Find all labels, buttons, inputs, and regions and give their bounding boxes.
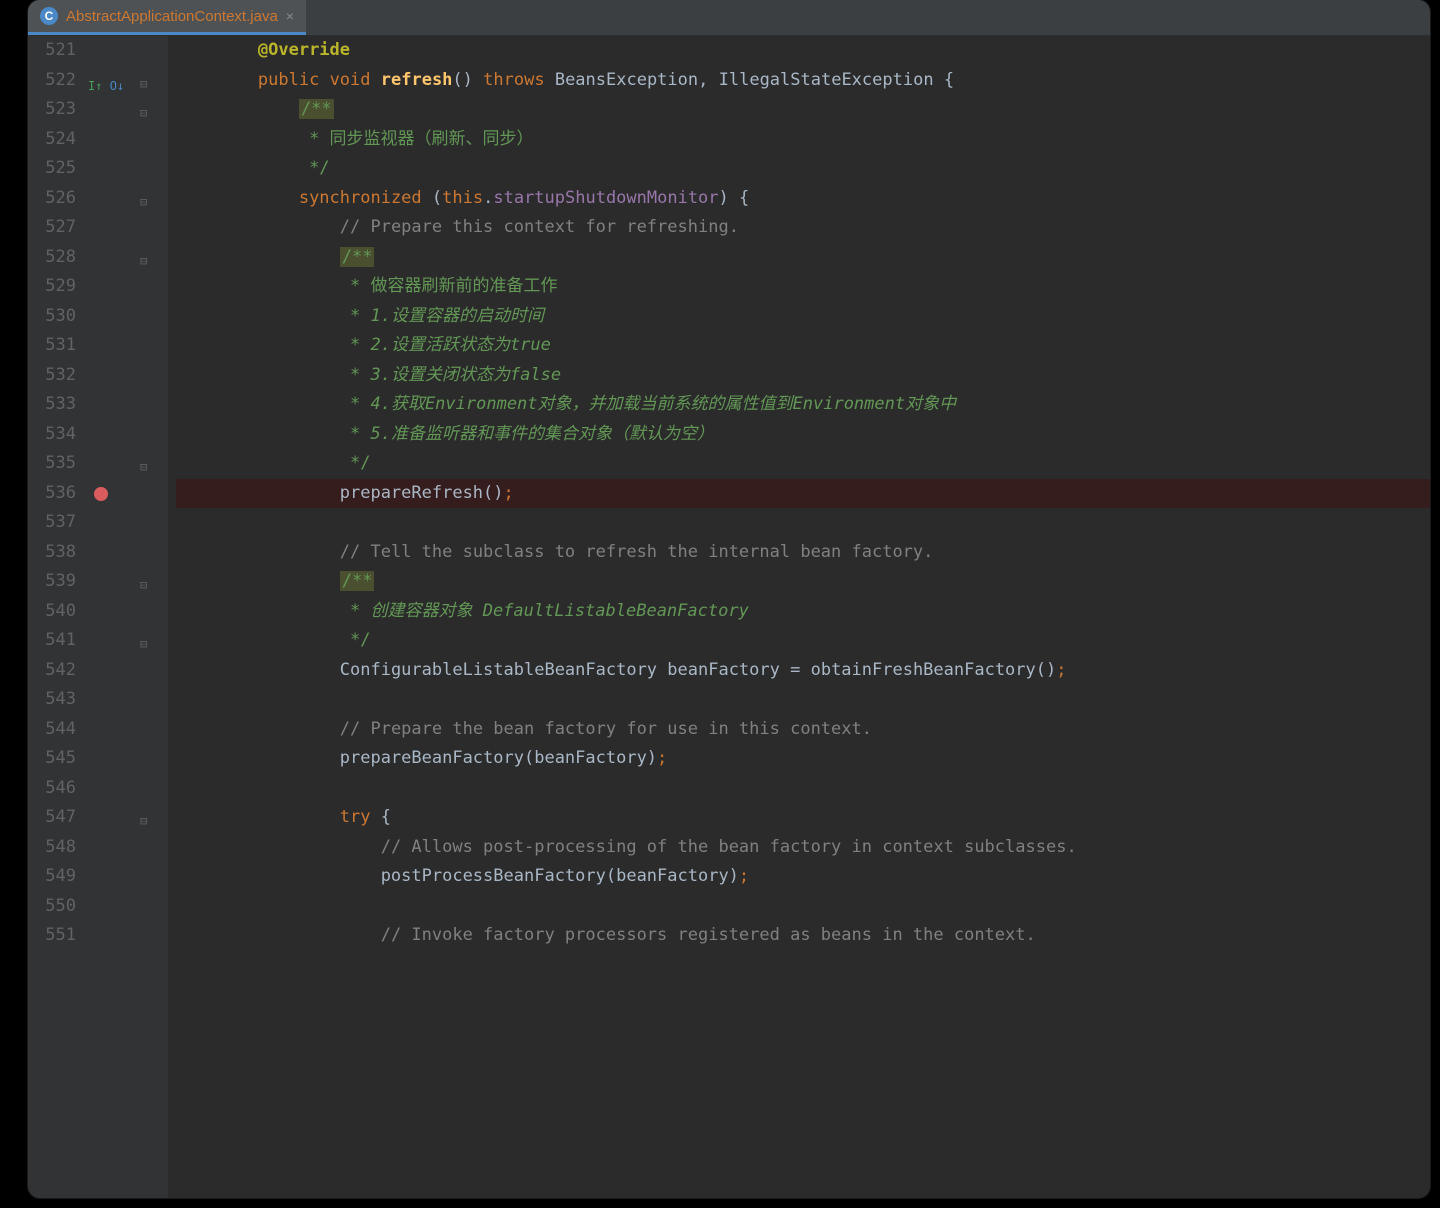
fold-toggle-icon[interactable]: ⊟: [140, 453, 147, 483]
line-number: 531: [28, 331, 76, 361]
code-line[interactable]: // Allows post-processing of the bean fa…: [176, 833, 1430, 863]
file-tab-active[interactable]: C AbstractApplicationContext.java ×: [28, 0, 306, 35]
line-number: 528: [28, 243, 76, 273]
fold-gutter[interactable]: ⊟⊟⊟⊟⊟⊟⊟⊟: [132, 36, 168, 1198]
line-number: 529: [28, 272, 76, 302]
line-number: 527: [28, 213, 76, 243]
code-line[interactable]: */: [176, 626, 1430, 656]
close-tab-icon[interactable]: ×: [286, 8, 294, 24]
breakpoint-gutter[interactable]: I↑ O↓: [84, 36, 132, 1198]
code-line[interactable]: * 2.设置活跃状态为true: [176, 331, 1430, 361]
fold-toggle-icon[interactable]: ⊟: [140, 630, 147, 660]
code-line[interactable]: [176, 508, 1430, 538]
code-line[interactable]: prepareBeanFactory(beanFactory);: [176, 744, 1430, 774]
code-line[interactable]: [176, 892, 1430, 922]
line-number: 549: [28, 862, 76, 892]
line-number: 544: [28, 715, 76, 745]
line-number: 541: [28, 626, 76, 656]
code-line[interactable]: * 同步监视器（刷新、同步）: [176, 125, 1430, 155]
code-line[interactable]: // Tell the subclass to refresh the inte…: [176, 538, 1430, 568]
code-line[interactable]: try {: [176, 803, 1430, 833]
line-number: 540: [28, 597, 76, 627]
class-icon: C: [40, 7, 58, 25]
code-line[interactable]: * 做容器刷新前的准备工作: [176, 272, 1430, 302]
line-number: 535: [28, 449, 76, 479]
code-line[interactable]: /**: [176, 243, 1430, 273]
override-implements-marker[interactable]: I↑ O↓: [88, 72, 124, 102]
code-line[interactable]: // Prepare this context for refreshing.: [176, 213, 1430, 243]
line-number: 538: [28, 538, 76, 568]
line-number: 550: [28, 892, 76, 922]
line-number: 546: [28, 774, 76, 804]
line-number: 525: [28, 154, 76, 184]
line-number: 551: [28, 921, 76, 951]
code-line[interactable]: * 创建容器对象 DefaultListableBeanFactory: [176, 597, 1430, 627]
code-area[interactable]: @Override public void refresh() throws B…: [168, 36, 1430, 1198]
line-number-gutter: 5215225235245255265275285295305315325335…: [28, 36, 84, 1198]
code-line[interactable]: * 3.设置关闭状态为false: [176, 361, 1430, 391]
code-line[interactable]: * 5.准备监听器和事件的集合对象（默认为空）: [176, 420, 1430, 450]
code-line[interactable]: synchronized (this.startupShutdownMonito…: [176, 184, 1430, 214]
code-line[interactable]: * 1.设置容器的启动时间: [176, 302, 1430, 332]
line-number: 545: [28, 744, 76, 774]
line-number: 521: [28, 36, 76, 66]
tab-bar: C AbstractApplicationContext.java ×: [28, 0, 1430, 36]
code-editor[interactable]: 5215225235245255265275285295305315325335…: [28, 36, 1430, 1198]
line-number: 533: [28, 390, 76, 420]
code-line[interactable]: prepareRefresh();: [176, 479, 1430, 509]
tab-filename: AbstractApplicationContext.java: [66, 8, 278, 25]
code-line[interactable]: // Invoke factory processors registered …: [176, 921, 1430, 951]
line-number: 539: [28, 567, 76, 597]
fold-toggle-icon[interactable]: ⊟: [140, 70, 147, 100]
line-number: 543: [28, 685, 76, 715]
line-number: 537: [28, 508, 76, 538]
editor-window: C AbstractApplicationContext.java × 5215…: [28, 0, 1430, 1198]
breakpoint-icon[interactable]: [94, 487, 108, 501]
line-number: 523: [28, 95, 76, 125]
code-line[interactable]: @Override: [176, 36, 1430, 66]
line-number: 547: [28, 803, 76, 833]
line-number: 548: [28, 833, 76, 863]
code-line[interactable]: */: [176, 154, 1430, 184]
fold-toggle-icon[interactable]: ⊟: [140, 247, 147, 277]
fold-toggle-icon[interactable]: ⊟: [140, 99, 147, 129]
code-line[interactable]: ConfigurableListableBeanFactory beanFact…: [176, 656, 1430, 686]
code-line[interactable]: * 4.获取Environment对象，并加载当前系统的属性值到Environm…: [176, 390, 1430, 420]
line-number: 532: [28, 361, 76, 391]
fold-toggle-icon[interactable]: ⊟: [140, 807, 147, 837]
line-number: 530: [28, 302, 76, 332]
line-number: 526: [28, 184, 76, 214]
fold-toggle-icon[interactable]: ⊟: [140, 571, 147, 601]
line-number: 524: [28, 125, 76, 155]
code-line[interactable]: // Prepare the bean factory for use in t…: [176, 715, 1430, 745]
line-number: 534: [28, 420, 76, 450]
code-line[interactable]: */: [176, 449, 1430, 479]
line-number: 522: [28, 66, 76, 96]
code-line[interactable]: [176, 774, 1430, 804]
code-line[interactable]: postProcessBeanFactory(beanFactory);: [176, 862, 1430, 892]
code-line[interactable]: /**: [176, 567, 1430, 597]
code-line[interactable]: public void refresh() throws BeansExcept…: [176, 66, 1430, 96]
code-line[interactable]: [176, 685, 1430, 715]
line-number: 536: [28, 479, 76, 509]
line-number: 542: [28, 656, 76, 686]
code-line[interactable]: /**: [176, 95, 1430, 125]
fold-toggle-icon[interactable]: ⊟: [140, 188, 147, 218]
